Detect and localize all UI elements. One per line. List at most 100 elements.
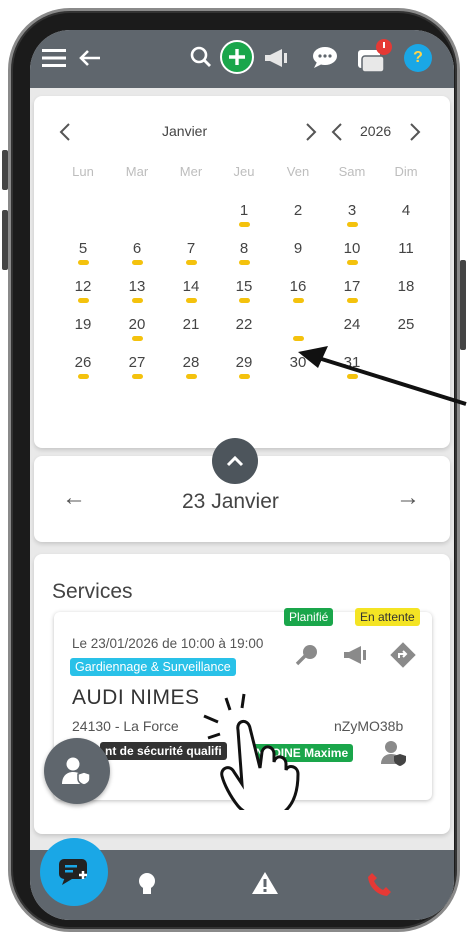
megaphone-icon[interactable] <box>262 44 292 72</box>
next-year-icon[interactable] <box>408 122 422 142</box>
services-title: Services <box>52 580 133 603</box>
search-icon[interactable] <box>186 42 216 72</box>
calendar-day-number: 14 <box>182 278 200 295</box>
calendar-day[interactable]: 18 <box>386 278 426 295</box>
event-marker <box>346 260 358 265</box>
next-month-icon[interactable] <box>304 122 318 142</box>
help-icon[interactable]: ? <box>404 44 432 72</box>
calendar-day-number: 7 <box>186 240 196 257</box>
notifications-icon[interactable] <box>354 38 394 76</box>
next-day-button[interactable]: → <box>396 484 420 512</box>
calendar-day[interactable]: 29 <box>224 354 264 379</box>
calendar-day[interactable]: 5 <box>63 240 103 265</box>
calendar-day-number: 9 <box>293 240 303 257</box>
calendar-day-number: 4 <box>401 202 411 219</box>
calendar-day-number: 3 <box>347 202 357 219</box>
calendar-day-number: 27 <box>128 354 146 371</box>
calendar-day[interactable]: 8 <box>224 240 264 265</box>
event-marker <box>292 298 304 303</box>
message-add-icon <box>59 859 87 885</box>
status-waiting-badge: En attente <box>355 608 420 626</box>
collapse-calendar-button[interactable] <box>212 438 258 484</box>
weekday-label: Sam <box>338 164 366 179</box>
prev-day-button[interactable]: ← <box>62 484 86 512</box>
calendar-day-number: 23 <box>289 316 307 333</box>
warning-icon[interactable] <box>250 870 280 896</box>
weekday-label: Lun <box>72 164 94 179</box>
help-label: ? <box>413 49 423 66</box>
calendar-day[interactable]: 24 <box>332 316 372 333</box>
calendar-day-number: 28 <box>182 354 200 371</box>
calendar-day[interactable]: 19 <box>63 316 103 333</box>
calendar-day-number: 5 <box>78 240 88 257</box>
client-name: AUDI NIMES <box>72 686 200 709</box>
pointing-hand-icon <box>203 693 300 810</box>
calendar-day-number: 15 <box>235 278 253 295</box>
calendar-day-number: 18 <box>397 278 415 295</box>
calendar-day[interactable]: 1 <box>224 202 264 227</box>
category-badge: Gardiennage & Surveillance <box>70 658 236 676</box>
calendar-day[interactable]: 12 <box>63 278 103 303</box>
calendar-day[interactable]: 9 <box>278 240 318 257</box>
calendar-day[interactable]: 21 <box>171 316 211 333</box>
assign-user-icon[interactable] <box>380 740 410 766</box>
event-marker <box>238 298 250 303</box>
directions-icon[interactable] <box>390 642 416 668</box>
calendar-day-number: 29 <box>235 354 253 371</box>
calendar-day[interactable]: 15 <box>224 278 264 303</box>
add-icon[interactable] <box>220 40 254 74</box>
calendar-day-number: 22 <box>235 316 253 333</box>
calendar-day-number: 24 <box>343 316 361 333</box>
current-date-label: 23 Janvier <box>182 490 279 513</box>
calendar-day[interactable]: 4 <box>386 202 426 219</box>
calendar-day[interactable]: 6 <box>117 240 157 265</box>
calendar-day[interactable]: 25 <box>386 316 426 333</box>
prev-year-icon[interactable] <box>330 122 344 142</box>
calendar-day[interactable]: 16 <box>278 278 318 303</box>
calendar-day[interactable]: 14 <box>171 278 211 303</box>
calendar-header: Janvier 2026 <box>34 120 450 144</box>
chat-fab-button[interactable] <box>40 838 108 906</box>
calendar-day[interactable]: 3 <box>332 202 372 227</box>
calendar-day-number: 12 <box>74 278 92 295</box>
calendar-day[interactable]: 20 <box>117 316 157 341</box>
weekday-label: Mer <box>179 164 203 179</box>
event-marker <box>131 260 143 265</box>
event-marker <box>185 298 197 303</box>
phone-call-icon[interactable] <box>366 870 394 898</box>
calendar-day[interactable]: 26 <box>63 354 103 379</box>
calendar-day[interactable]: 27 <box>117 354 157 379</box>
event-marker <box>238 374 250 379</box>
event-marker <box>77 374 89 379</box>
calendar-day[interactable]: 22 <box>224 316 264 333</box>
back-arrow-icon[interactable] <box>76 44 104 72</box>
calendar-day-number: 8 <box>239 240 249 257</box>
menu-icon[interactable] <box>40 44 68 72</box>
weekday-label: Dim <box>394 164 418 179</box>
calendar-day[interactable]: 13 <box>117 278 157 303</box>
calendar-day[interactable]: 17 <box>332 278 372 303</box>
event-marker <box>346 298 358 303</box>
prev-month-icon[interactable] <box>58 122 72 142</box>
calendar-day-number: 6 <box>132 240 142 257</box>
event-marker <box>238 260 250 265</box>
key-icon[interactable] <box>294 642 320 668</box>
calendar-day-number: 13 <box>128 278 146 295</box>
chat-icon[interactable] <box>310 44 340 72</box>
calendar-day[interactable]: 7 <box>171 240 211 265</box>
chevron-up-icon <box>226 455 244 467</box>
user-fab-button[interactable] <box>44 738 110 804</box>
calendar-day-number: 26 <box>74 354 92 371</box>
event-marker <box>185 260 197 265</box>
lightbulb-icon[interactable] <box>136 870 158 898</box>
weekday-label: Mar <box>125 164 149 179</box>
calendar-day[interactable]: 28 <box>171 354 211 379</box>
calendar-day[interactable]: 2 <box>278 202 318 219</box>
announce-icon[interactable] <box>342 644 370 666</box>
event-marker <box>185 374 197 379</box>
calendar-day-number: 20 <box>128 316 146 333</box>
calendar-day[interactable]: 10 <box>332 240 372 265</box>
calendar-day-number: 25 <box>397 316 415 333</box>
event-marker <box>131 298 143 303</box>
calendar-day[interactable]: 11 <box>386 240 426 257</box>
